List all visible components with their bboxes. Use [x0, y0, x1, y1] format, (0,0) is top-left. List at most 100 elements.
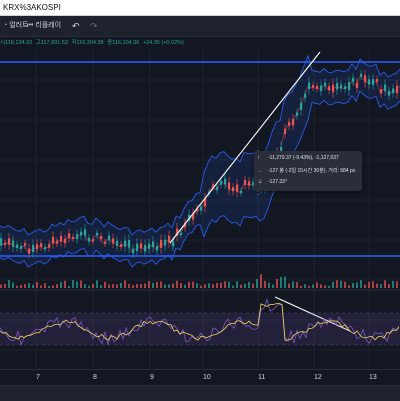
undo-button[interactable]: ↶ — [72, 16, 80, 36]
candle-body — [224, 178, 227, 185]
volume-bar — [40, 285, 42, 288]
time-axis-label: 8 — [93, 374, 97, 381]
volume-bar — [388, 284, 390, 288]
candle-body — [76, 234, 79, 239]
candle-body — [96, 232, 99, 236]
volume-bar — [340, 280, 342, 288]
volume-bar — [380, 284, 382, 288]
volume-bar — [136, 284, 138, 288]
volume-bar — [160, 281, 162, 288]
candle-body — [36, 244, 39, 250]
volume-bar — [304, 284, 306, 288]
candle-body — [56, 240, 59, 244]
candle-body — [92, 238, 95, 242]
volume-bar — [108, 284, 110, 288]
candle-body — [68, 233, 71, 239]
volume-bar — [112, 284, 114, 288]
candle-body — [24, 243, 27, 246]
volume-bar — [188, 281, 190, 288]
volume-bar — [280, 276, 282, 288]
volume-bar — [24, 284, 26, 288]
replay-button[interactable]: ⏮ 리플레이 — [27, 16, 61, 36]
candle-body — [324, 82, 327, 87]
volume-bar — [44, 283, 46, 288]
tooltip-angle: -127.33° — [268, 179, 287, 185]
volume-bar — [116, 284, 118, 288]
alert-button[interactable]: ◔ 얼러트 — [3, 16, 29, 36]
volume-bar — [284, 276, 286, 288]
volume-bar — [248, 281, 250, 288]
candle-body — [228, 182, 231, 190]
volume-bar — [216, 283, 218, 288]
candle-body — [308, 82, 311, 90]
candle-body — [152, 241, 155, 248]
volume-bar — [164, 284, 166, 288]
candle-body — [296, 112, 299, 116]
volume-bar — [156, 281, 158, 288]
volume-bar — [220, 282, 222, 288]
time-axis[interactable]: 7 8 9 10 11 12 13 — [0, 369, 400, 386]
candle-body — [144, 244, 147, 252]
browser-tab-title[interactable]: KRX%3AKOSPI — [3, 0, 61, 15]
candle-body — [44, 246, 47, 250]
price-chart[interactable] — [0, 37, 400, 369]
candle-body — [88, 237, 91, 242]
candle-body — [392, 88, 395, 94]
volume-bar — [20, 285, 22, 288]
candle-body — [72, 236, 75, 239]
volume-bar — [324, 285, 326, 288]
candle-body — [64, 238, 67, 244]
time-axis-label: 12 — [314, 374, 322, 381]
volume-bar — [372, 281, 374, 288]
candle-body — [8, 238, 11, 245]
candle-body — [284, 128, 287, 134]
volume-bar — [172, 283, 174, 288]
volume-bar — [28, 282, 30, 288]
volume-bar — [16, 285, 18, 288]
candle-body — [292, 119, 295, 126]
candle-body — [360, 73, 363, 77]
candle-body — [396, 85, 399, 94]
volume-bar — [208, 283, 210, 288]
price-range-icon: Ⅰ — [258, 155, 260, 161]
volume-bar — [364, 284, 366, 288]
volume-bar — [368, 281, 370, 288]
volume-bar — [60, 281, 62, 288]
time-axis-label: 7 — [36, 374, 40, 381]
volume-bar — [92, 283, 94, 288]
redo-button[interactable]: ↷ — [90, 16, 98, 36]
candle-body — [380, 89, 383, 94]
volume-bar — [352, 282, 354, 288]
volume-bar — [356, 282, 358, 288]
legend-change: +24.35 (+0.02%) — [142, 40, 184, 46]
volume-bar — [100, 285, 102, 288]
volume-bar — [224, 281, 226, 288]
volume-bar — [140, 284, 142, 288]
volume-bar — [256, 278, 258, 288]
volume-bar — [148, 281, 150, 288]
volume-bar — [360, 280, 362, 288]
volume-bar — [212, 284, 214, 288]
replay-button-label: 리플레이 — [35, 22, 62, 29]
volume-bar — [56, 284, 58, 288]
volume-bar — [348, 285, 350, 288]
time-axis-label: 11 — [258, 374, 266, 381]
time-axis-label: 10 — [203, 374, 211, 381]
volume-bar — [308, 285, 310, 288]
candle-body — [156, 245, 159, 251]
volume-bar — [228, 281, 230, 288]
volume-bar — [264, 280, 266, 288]
volume-bar — [236, 281, 238, 288]
volume-bar — [96, 280, 98, 288]
volume-bar — [84, 284, 86, 288]
alarm-clock-icon: ◔ — [3, 22, 8, 29]
volume-bar — [240, 284, 242, 288]
candle-body — [236, 184, 239, 192]
candle-body — [140, 243, 143, 249]
volume-bar — [144, 283, 146, 288]
candle-body — [168, 235, 171, 243]
candle-body — [12, 240, 15, 247]
volume-bar — [124, 280, 126, 288]
candle-body — [160, 239, 163, 248]
candle-body — [148, 243, 151, 249]
